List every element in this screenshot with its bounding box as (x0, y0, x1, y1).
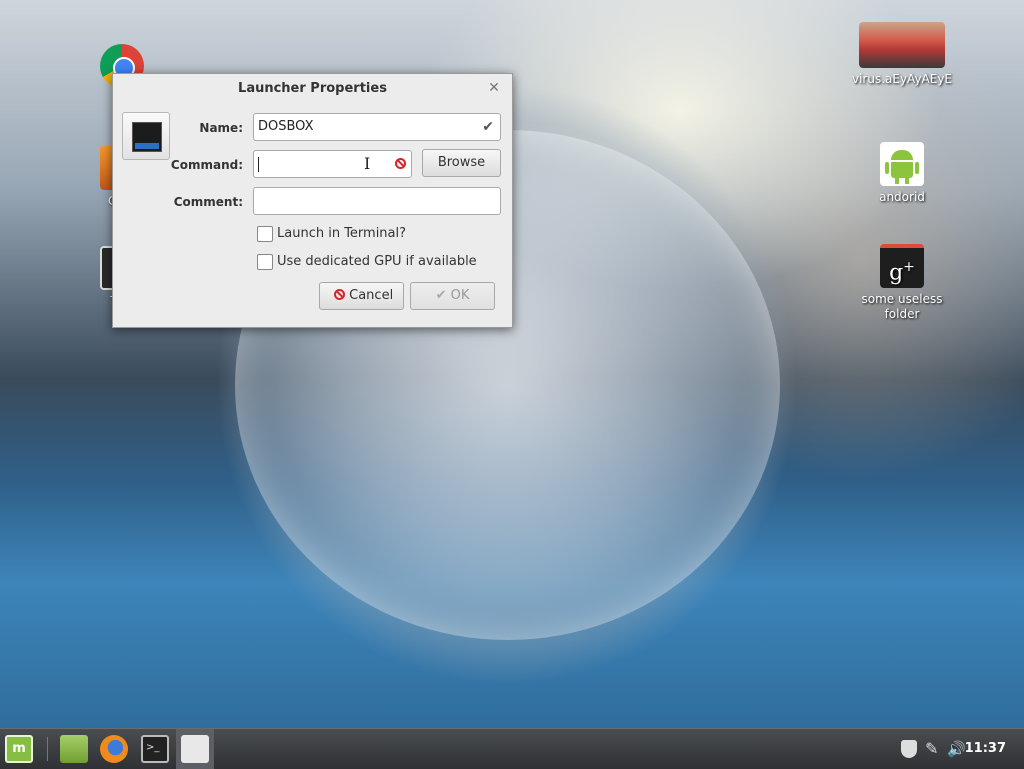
desktop-icon-android[interactable]: andorid (847, 142, 957, 205)
launcher-properties-dialog: Launcher Properties ✕ Name: DOSBOX ✔ Com… (112, 73, 513, 328)
comment-label: Comment: (173, 195, 243, 209)
desktop-icon-virus[interactable]: virus.aEyAyAEyE (847, 22, 957, 87)
google-plus-icon: g+ (880, 244, 924, 288)
ok-label: OK (450, 288, 470, 303)
dedicated-gpu-label[interactable]: Use dedicated GPU if available (277, 254, 477, 269)
firefox-icon[interactable] (100, 735, 128, 763)
taskbar: m >_ ✎ 🔊 11:37 (0, 728, 1024, 769)
launch-in-terminal-checkbox[interactable] (257, 226, 273, 242)
active-window-icon (181, 735, 209, 763)
command-field[interactable]: I (253, 150, 412, 178)
launch-in-terminal-label[interactable]: Launch in Terminal? (277, 226, 406, 241)
browse-button[interactable]: Browse (422, 149, 501, 177)
volume-icon[interactable]: 🔊 (947, 740, 966, 758)
shield-icon[interactable] (901, 740, 917, 758)
network-icon[interactable]: ✎ (925, 740, 943, 758)
dialog-title: Launcher Properties (238, 81, 387, 96)
i-beam-cursor-icon: I (364, 154, 371, 173)
error-icon (395, 158, 406, 169)
dedicated-gpu-checkbox[interactable] (257, 254, 273, 270)
name-value: DOSBOX (258, 119, 314, 134)
name-label: Name: (199, 121, 243, 135)
desktop-icon-label: andorid (879, 190, 925, 204)
cancel-icon (334, 289, 345, 300)
text-cursor (258, 157, 259, 172)
image-thumbnail-icon (859, 22, 945, 68)
menu-icon[interactable]: m (5, 735, 33, 763)
android-icon (880, 142, 924, 186)
ok-button[interactable]: ✔ OK (410, 282, 495, 310)
terminal-icon[interactable]: >_ (141, 735, 169, 763)
checkmark-icon: ✔ (482, 119, 494, 135)
command-label: Command: (170, 158, 243, 172)
ok-check-icon: ✔ (435, 288, 447, 303)
comment-field[interactable] (253, 187, 501, 215)
active-window-button[interactable] (176, 729, 214, 769)
clock[interactable]: 11:37 (965, 729, 1006, 769)
name-field[interactable]: DOSBOX ✔ (253, 113, 501, 141)
taskbar-separator (47, 737, 48, 761)
desktop-icon-folder[interactable]: g+ some useless folder (847, 244, 957, 322)
cancel-label: Cancel (349, 288, 394, 303)
desktop-icon-label: some useless folder (861, 292, 943, 321)
launcher-icon-button[interactable] (122, 112, 170, 160)
close-icon[interactable]: ✕ (486, 80, 502, 96)
files-icon[interactable] (60, 735, 88, 763)
desktop-icon-label: virus.aEyAyAEyE (851, 72, 953, 86)
cancel-button[interactable]: Cancel (319, 282, 404, 310)
